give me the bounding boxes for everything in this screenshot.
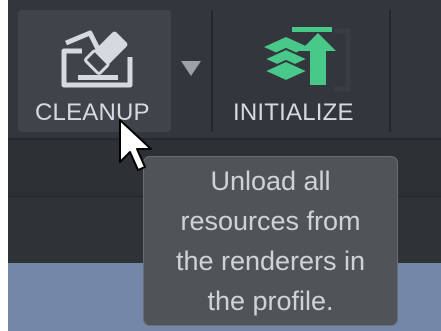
app-window: CLEANUP INITIALIZE Unload all resources … — [8, 0, 441, 331]
eraser-icon — [61, 30, 133, 88]
tooltip-line: the renderers in — [175, 246, 366, 276]
mouse-pointer-icon — [119, 119, 152, 171]
initialize-button[interactable]: INITIALIZE — [223, 10, 383, 132]
tooltip-line: resources from — [180, 206, 361, 236]
stack-upload-icon — [261, 27, 351, 92]
tooltip-line: Unload all — [210, 166, 331, 196]
tooltip-line: the profile. — [207, 286, 334, 316]
caret-down-icon[interactable] — [176, 58, 206, 78]
toolbar: CLEANUP INITIALIZE — [8, 0, 441, 138]
cleanup-button[interactable]: CLEANUP — [18, 10, 171, 132]
initialize-label: INITIALIZE — [233, 99, 354, 126]
toolbar-separator — [211, 10, 213, 132]
toolbar-separator — [389, 10, 391, 132]
tooltip: Unload all resources from the renderers … — [143, 156, 398, 326]
